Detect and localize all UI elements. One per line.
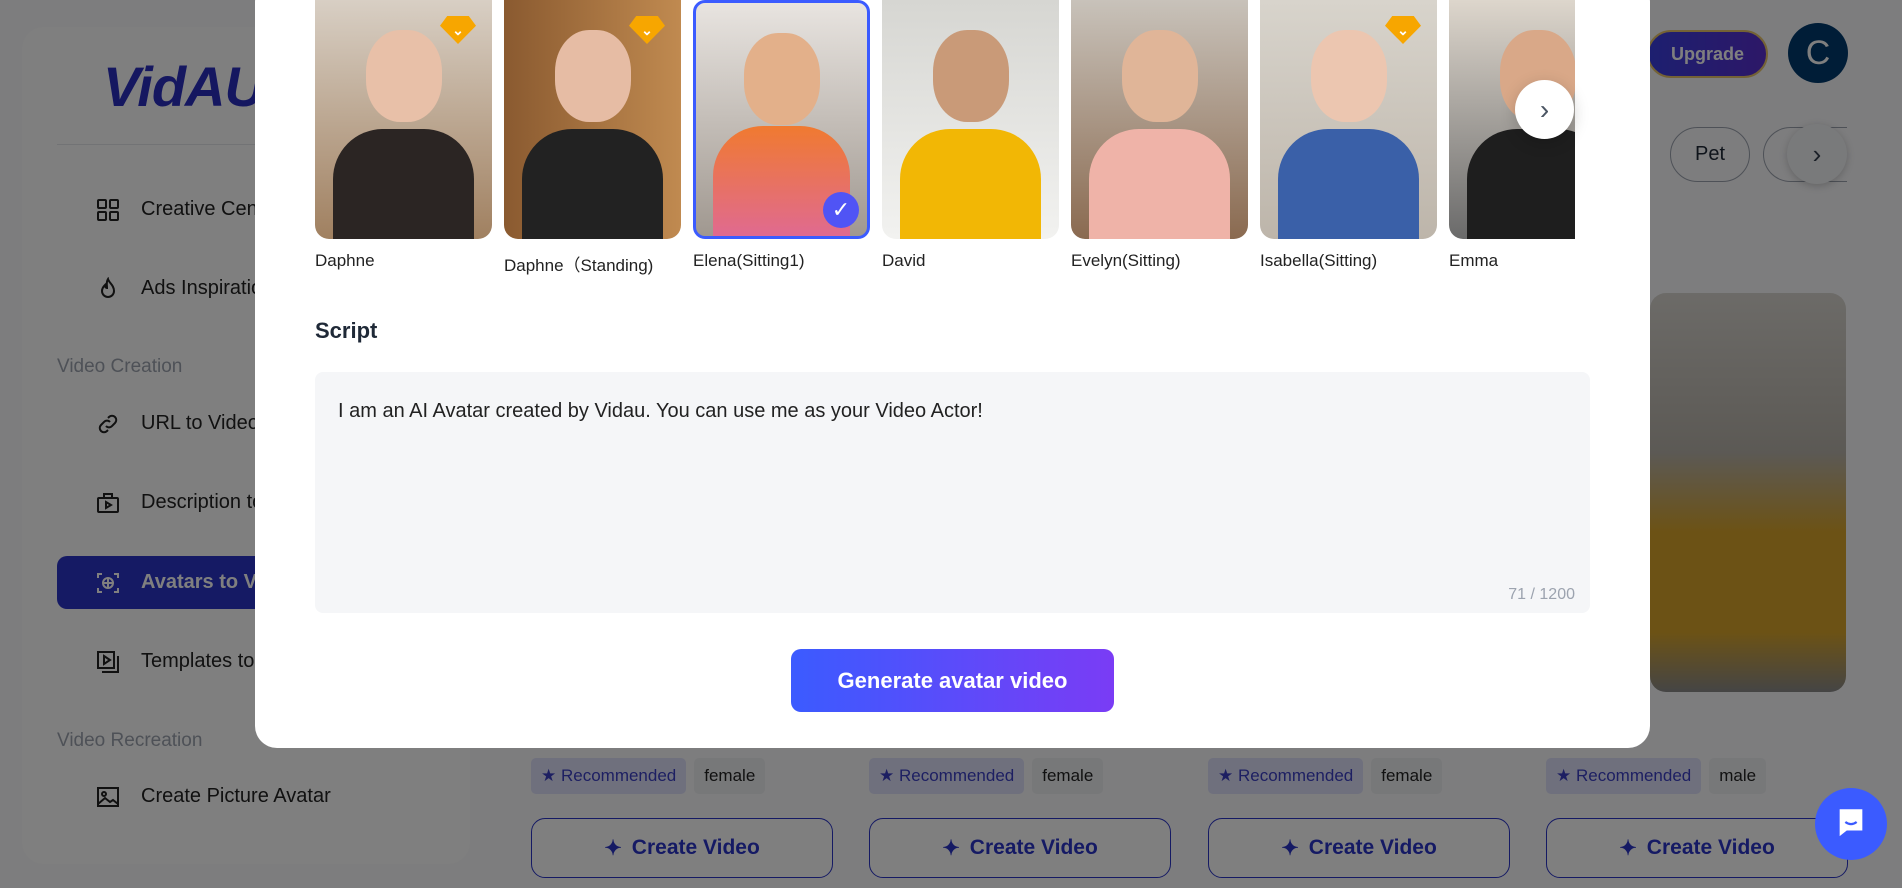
generate-avatar-video-button[interactable]: Generate avatar video xyxy=(791,649,1114,712)
avatar-carousel: ⌄ Daphne ⌄ Daphne（Standing) ✓ Elena(Sitt… xyxy=(315,0,1575,280)
avatar-photo xyxy=(1071,0,1248,239)
avatar-photo: ⌄ xyxy=(315,0,492,239)
avatar-card-elena-sitting1[interactable]: ✓ Elena(Sitting1) xyxy=(693,0,870,271)
avatar-card-daphne-standing[interactable]: ⌄ Daphne（Standing) xyxy=(504,0,681,276)
script-text[interactable]: I am an AI Avatar created by Vidau. You … xyxy=(338,400,983,423)
premium-icon: ⌄ xyxy=(440,16,476,44)
avatar-photo: ✓ xyxy=(693,0,870,239)
chat-icon xyxy=(1834,805,1868,844)
avatar-photo: ⌄ xyxy=(504,0,681,239)
avatar-photo xyxy=(882,0,1059,239)
selected-check-icon: ✓ xyxy=(823,192,859,228)
premium-icon: ⌄ xyxy=(1385,16,1421,44)
carousel-next-button[interactable]: › xyxy=(1515,80,1574,139)
script-label: Script xyxy=(315,318,378,343)
avatar-card-isabella-sitting[interactable]: ⌄ Isabella(Sitting) xyxy=(1260,0,1437,271)
avatar-photo: ⌄ xyxy=(1260,0,1437,239)
chat-button[interactable] xyxy=(1815,788,1887,860)
avatar-card-david[interactable]: David xyxy=(882,0,1059,271)
avatar-card-evelyn-sitting[interactable]: Evelyn(Sitting) xyxy=(1071,0,1248,271)
premium-icon: ⌄ xyxy=(629,16,665,44)
char-counter: 71 / 1200 xyxy=(1508,586,1575,603)
avatar-card-daphne[interactable]: ⌄ Daphne xyxy=(315,0,492,271)
chevron-right-icon: › xyxy=(1539,93,1550,125)
